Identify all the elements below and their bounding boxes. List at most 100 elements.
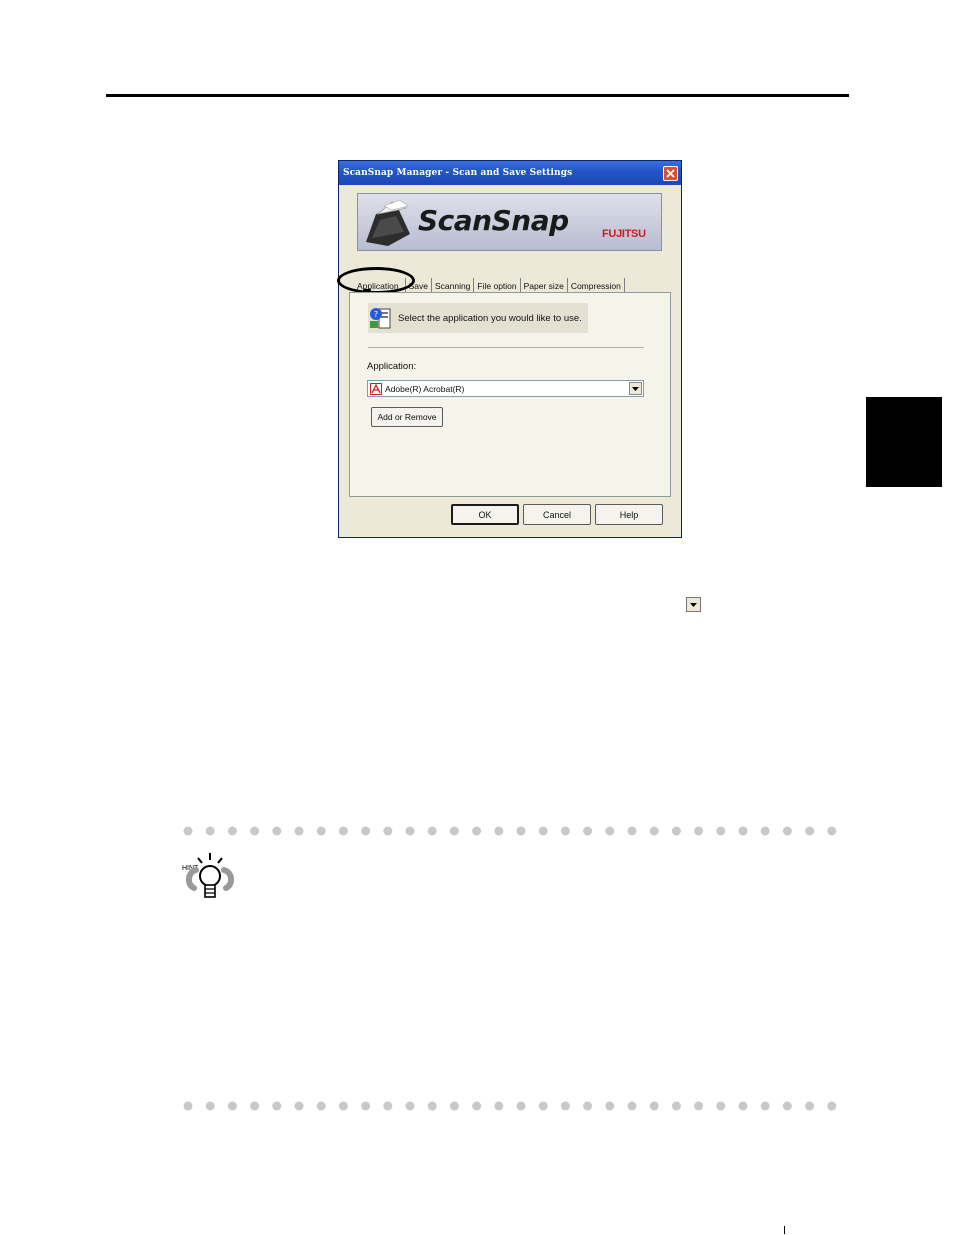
separator-dot bbox=[449, 826, 459, 836]
separator-dot bbox=[494, 826, 504, 836]
hint-top-dots bbox=[183, 826, 837, 836]
scansnap-banner: ScanSnap FUJITSU bbox=[357, 193, 662, 251]
inline-dropdown-arrow bbox=[686, 597, 701, 612]
separator-dot bbox=[805, 1101, 815, 1111]
separator-dot bbox=[605, 826, 615, 836]
separator-dot bbox=[605, 1101, 615, 1111]
separator-dot bbox=[316, 1101, 326, 1111]
separator-dot bbox=[272, 826, 282, 836]
instruction-text: Select the application you would like to… bbox=[398, 312, 582, 324]
separator-dot bbox=[671, 826, 681, 836]
separator-dot bbox=[383, 826, 393, 836]
separator-dot bbox=[183, 826, 193, 836]
tab-scanning[interactable]: Scanning bbox=[431, 278, 475, 293]
chevron-down-icon bbox=[690, 602, 697, 607]
separator-dot bbox=[694, 1101, 704, 1111]
close-icon bbox=[666, 168, 675, 178]
separator-dot bbox=[516, 1101, 526, 1111]
separator-dot bbox=[760, 1101, 770, 1111]
separator-dot bbox=[827, 826, 837, 836]
scan-save-settings-dialog: ScanSnap Manager - Scan and Save Setting… bbox=[337, 160, 682, 538]
application-label: Application: bbox=[367, 361, 417, 372]
separator-dot bbox=[583, 826, 593, 836]
separator-dot bbox=[227, 1101, 237, 1111]
separator-dot bbox=[560, 826, 570, 836]
separator-dot bbox=[738, 1101, 748, 1111]
separator-dot bbox=[694, 826, 704, 836]
separator-dot bbox=[361, 1101, 371, 1111]
separator-dot bbox=[738, 826, 748, 836]
separator-dot bbox=[627, 826, 637, 836]
separator-dot bbox=[427, 1101, 437, 1111]
separator-dot bbox=[361, 826, 371, 836]
chevron-down-icon bbox=[632, 386, 639, 391]
separator-dot bbox=[472, 1101, 482, 1111]
separator-dot bbox=[316, 826, 326, 836]
separator-dot bbox=[427, 826, 437, 836]
separator-dot bbox=[272, 1101, 282, 1111]
separator-dot bbox=[627, 1101, 637, 1111]
separator-dot bbox=[183, 1101, 193, 1111]
separator-dot bbox=[782, 826, 792, 836]
separator-dot bbox=[405, 1101, 415, 1111]
separator-dot bbox=[782, 1101, 792, 1111]
tab-application[interactable]: Application bbox=[351, 278, 406, 293]
svg-text:?: ? bbox=[374, 310, 378, 319]
application-icon: ? bbox=[370, 308, 391, 329]
fujitsu-logo: FUJITSU bbox=[602, 228, 646, 240]
separator-dot bbox=[805, 826, 815, 836]
lightbulb-icon: HINT bbox=[182, 853, 234, 898]
page-number-mark bbox=[784, 1226, 785, 1234]
separator-dot bbox=[538, 1101, 548, 1111]
separator-dot bbox=[205, 1101, 215, 1111]
dropdown-button[interactable] bbox=[629, 382, 642, 395]
separator-dot bbox=[338, 1101, 348, 1111]
instruction-row: ? Select the application you would like … bbox=[368, 303, 588, 333]
chapter-tab bbox=[866, 397, 942, 487]
separator-dot bbox=[250, 826, 260, 836]
application-panel: ? Select the application you would like … bbox=[349, 292, 671, 497]
separator-dot bbox=[472, 826, 482, 836]
separator-dot bbox=[338, 826, 348, 836]
separator-dot bbox=[583, 1101, 593, 1111]
separator-dot bbox=[227, 826, 237, 836]
separator-dot bbox=[516, 826, 526, 836]
close-button[interactable] bbox=[663, 165, 678, 181]
panel-divider bbox=[368, 347, 644, 348]
tab-compression[interactable]: Compression bbox=[567, 278, 625, 293]
separator-dot bbox=[538, 826, 548, 836]
application-select-value: Adobe(R) Acrobat(R) bbox=[385, 383, 465, 394]
settings-tabs: Application Save Scanning File option Pa… bbox=[351, 277, 625, 293]
separator-dot bbox=[827, 1101, 837, 1111]
add-remove-button[interactable]: Add or Remove bbox=[371, 407, 443, 427]
separator-dot bbox=[716, 1101, 726, 1111]
separator-dot bbox=[671, 1101, 681, 1111]
header-rule bbox=[106, 94, 849, 97]
separator-dot bbox=[716, 826, 726, 836]
dialog-titlebar[interactable]: ScanSnap Manager - Scan and Save Setting… bbox=[339, 161, 681, 185]
help-button[interactable]: Help bbox=[595, 504, 663, 525]
application-select[interactable]: Adobe(R) Acrobat(R) bbox=[367, 380, 644, 397]
tab-file-option[interactable]: File option bbox=[474, 278, 521, 293]
separator-dot bbox=[560, 1101, 570, 1111]
separator-dot bbox=[649, 1101, 659, 1111]
cancel-button[interactable]: Cancel bbox=[523, 504, 591, 525]
separator-dot bbox=[405, 826, 415, 836]
separator-dot bbox=[494, 1101, 504, 1111]
separator-dot bbox=[383, 1101, 393, 1111]
separator-dot bbox=[250, 1101, 260, 1111]
scansnap-logo: ScanSnap bbox=[418, 204, 569, 237]
separator-dot bbox=[760, 826, 770, 836]
separator-dot bbox=[205, 826, 215, 836]
separator-dot bbox=[294, 1101, 304, 1111]
dialog-title: ScanSnap Manager - Scan and Save Setting… bbox=[343, 168, 573, 178]
hint-bottom-dots bbox=[183, 1101, 837, 1111]
tab-paper-size[interactable]: Paper size bbox=[520, 278, 568, 293]
separator-dot bbox=[449, 1101, 459, 1111]
separator-dot bbox=[649, 826, 659, 836]
acrobat-icon bbox=[370, 382, 382, 395]
ok-button[interactable]: OK bbox=[451, 504, 519, 525]
tab-save[interactable]: Save bbox=[405, 278, 432, 293]
scanner-icon bbox=[366, 199, 410, 246]
separator-dot bbox=[294, 826, 304, 836]
